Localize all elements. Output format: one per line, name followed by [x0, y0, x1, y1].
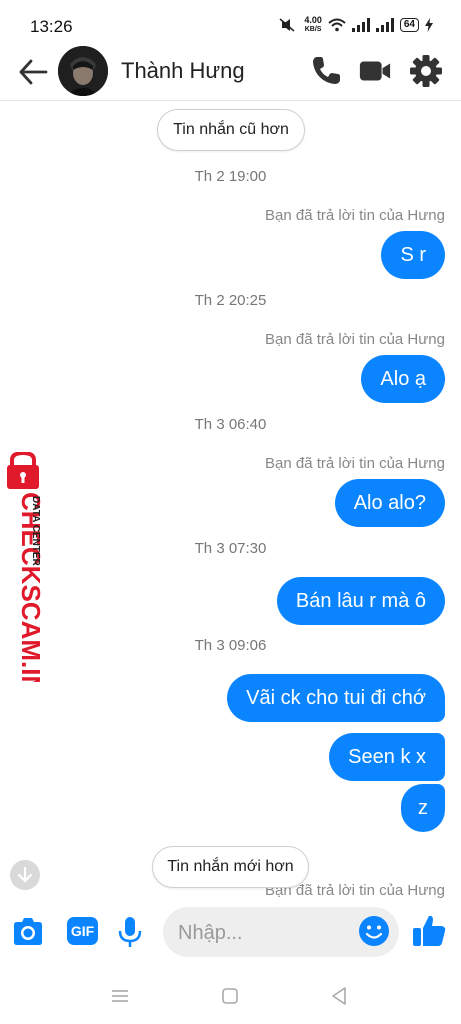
system-navigation-bar: [0, 966, 461, 1024]
charging-icon: [425, 18, 433, 32]
message-bubble[interactable]: Alo alo?: [334, 479, 445, 527]
watermark-top-text: DATA CENTER: [30, 496, 41, 567]
message-timestamp: Th 2 19:00: [194, 168, 267, 185]
back-icon[interactable]: [330, 986, 348, 1006]
message-bubble[interactable]: S r: [381, 231, 445, 279]
status-bar: 13:26 4.00 KB/S 64: [0, 0, 461, 42]
message-bubble[interactable]: Seen k x: [329, 733, 445, 781]
phone-icon[interactable]: [309, 54, 343, 88]
emoji-icon[interactable]: [358, 915, 390, 947]
status-icons: 4.00 KB/S 64: [278, 16, 433, 34]
video-camera-icon[interactable]: [358, 54, 392, 88]
network-speed-unit: KB/S: [304, 26, 322, 33]
newer-messages-button[interactable]: Tin nhắn mới hơn: [152, 846, 309, 888]
status-time: 13:26: [30, 17, 73, 36]
reply-note: Bạn đã trả lời tin của Hưng: [265, 207, 445, 224]
message-input-placeholder: Nhập...: [178, 922, 243, 944]
wifi-icon: [328, 18, 346, 32]
network-speed-value: 4.00: [304, 15, 322, 25]
battery-level: 64: [399, 18, 419, 32]
reply-note: Bạn đã trả lời tin của Hưng: [265, 455, 445, 472]
chat-header: Thành Hưng: [0, 42, 461, 101]
message-bubble[interactable]: z: [401, 784, 445, 832]
network-speed: 4.00 KB/S: [304, 16, 322, 34]
gear-icon[interactable]: [409, 54, 443, 88]
menu-icon[interactable]: [110, 988, 130, 1004]
message-timestamp: Th 3 07:30: [194, 540, 267, 557]
arrow-down-icon: [17, 866, 33, 883]
home-icon[interactable]: [221, 987, 239, 1005]
watermark-graphic: CHECKSCAM.INFO DATA CENTER: [7, 450, 46, 730]
contact-avatar[interactable]: [58, 46, 108, 96]
message-timestamp: Th 3 09:06: [194, 637, 267, 654]
mute-vibrate-icon: [279, 18, 295, 32]
scroll-down-button[interactable]: [10, 860, 40, 890]
signal-2-icon: [375, 18, 394, 32]
reply-note: Bạn đã trả lời tin của Hưng: [265, 331, 445, 348]
signal-icon: [351, 18, 370, 32]
message-bubble[interactable]: Bán lâu r mà ô: [276, 577, 445, 625]
message-timestamp: Th 2 20:25: [194, 292, 267, 309]
message-bubble[interactable]: Vãi ck cho tui đi chớ: [227, 674, 445, 722]
microphone-icon[interactable]: [112, 914, 148, 950]
avatar-image: [58, 46, 108, 96]
message-timestamp: Th 3 06:40: [194, 416, 267, 433]
checkscam-watermark: CHECKSCAM.INFO DATA CENTER: [2, 450, 62, 730]
back-arrow-icon[interactable]: [16, 54, 52, 90]
older-messages-button[interactable]: Tin nhắn cũ hơn: [157, 109, 305, 151]
message-bubble[interactable]: Alo ạ: [361, 355, 445, 403]
contact-name[interactable]: Thành Hưng: [121, 58, 245, 84]
gif-icon[interactable]: GIF: [67, 917, 98, 945]
thumbs-up-icon[interactable]: [410, 912, 448, 950]
camera-icon[interactable]: [10, 914, 46, 950]
padlock-icon: [7, 450, 39, 489]
